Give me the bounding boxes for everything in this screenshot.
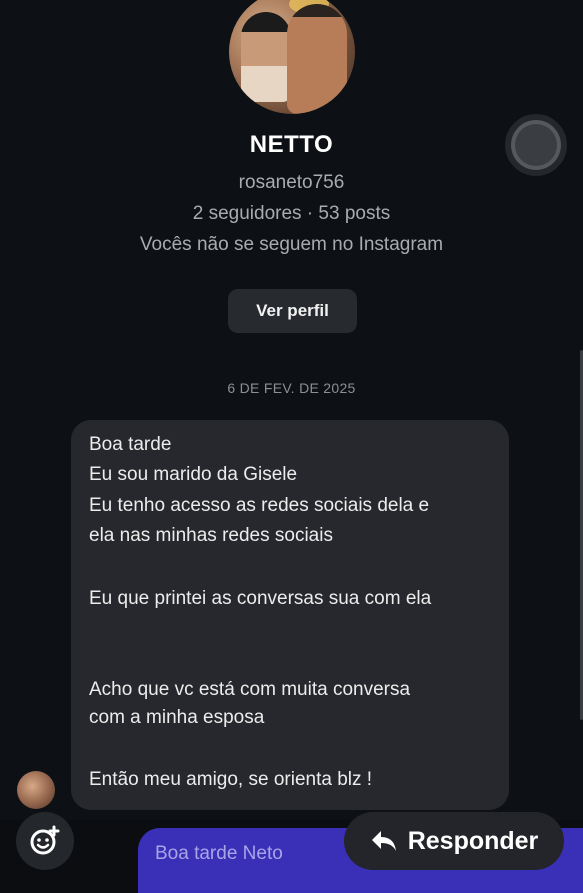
message-line: Acho que vc está com muita conversa <box>89 679 411 700</box>
profile-avatar[interactable] <box>229 0 355 114</box>
message-line: Eu sou marido da Gisele <box>89 464 298 485</box>
reply-button-label: Responder <box>407 826 539 855</box>
message-line: Eu tenho acesso as redes sociais dela e <box>89 495 430 516</box>
reply-preview-text: Boa tarde Neto <box>155 843 283 864</box>
reply-button[interactable]: Responder <box>344 812 564 870</box>
follow-status: Vocês não se seguem no Instagram <box>139 234 444 255</box>
profile-stats: 2 seguidores · 53 posts <box>192 203 391 224</box>
avatar-person-right <box>287 4 347 114</box>
message-line: Então meu amigo, se orienta blz ! <box>89 769 373 790</box>
message-line: Boa tarde <box>89 434 172 455</box>
sender-avatar[interactable] <box>17 771 55 809</box>
reply-arrow-icon <box>371 831 396 851</box>
profile-name: NETTO <box>249 131 334 158</box>
sticker-add-button[interactable] <box>16 812 74 870</box>
message-line: Eu que printei as conversas sua com ela <box>89 588 432 609</box>
profile-username: rosaneto756 <box>238 172 345 193</box>
view-profile-button[interactable]: Ver perfil <box>228 289 357 333</box>
message-bubble[interactable]: Boa tarde Eu sou marido da Gisele Eu ten… <box>71 420 509 810</box>
message-line: com a minha esposa <box>89 707 265 728</box>
sticker-add-icon <box>30 825 60 855</box>
date-separator: 6 DE FEV. DE 2025 <box>227 380 356 396</box>
message-line: ela nas minhas redes sociais <box>89 525 333 546</box>
avatar-person-left <box>241 12 291 102</box>
